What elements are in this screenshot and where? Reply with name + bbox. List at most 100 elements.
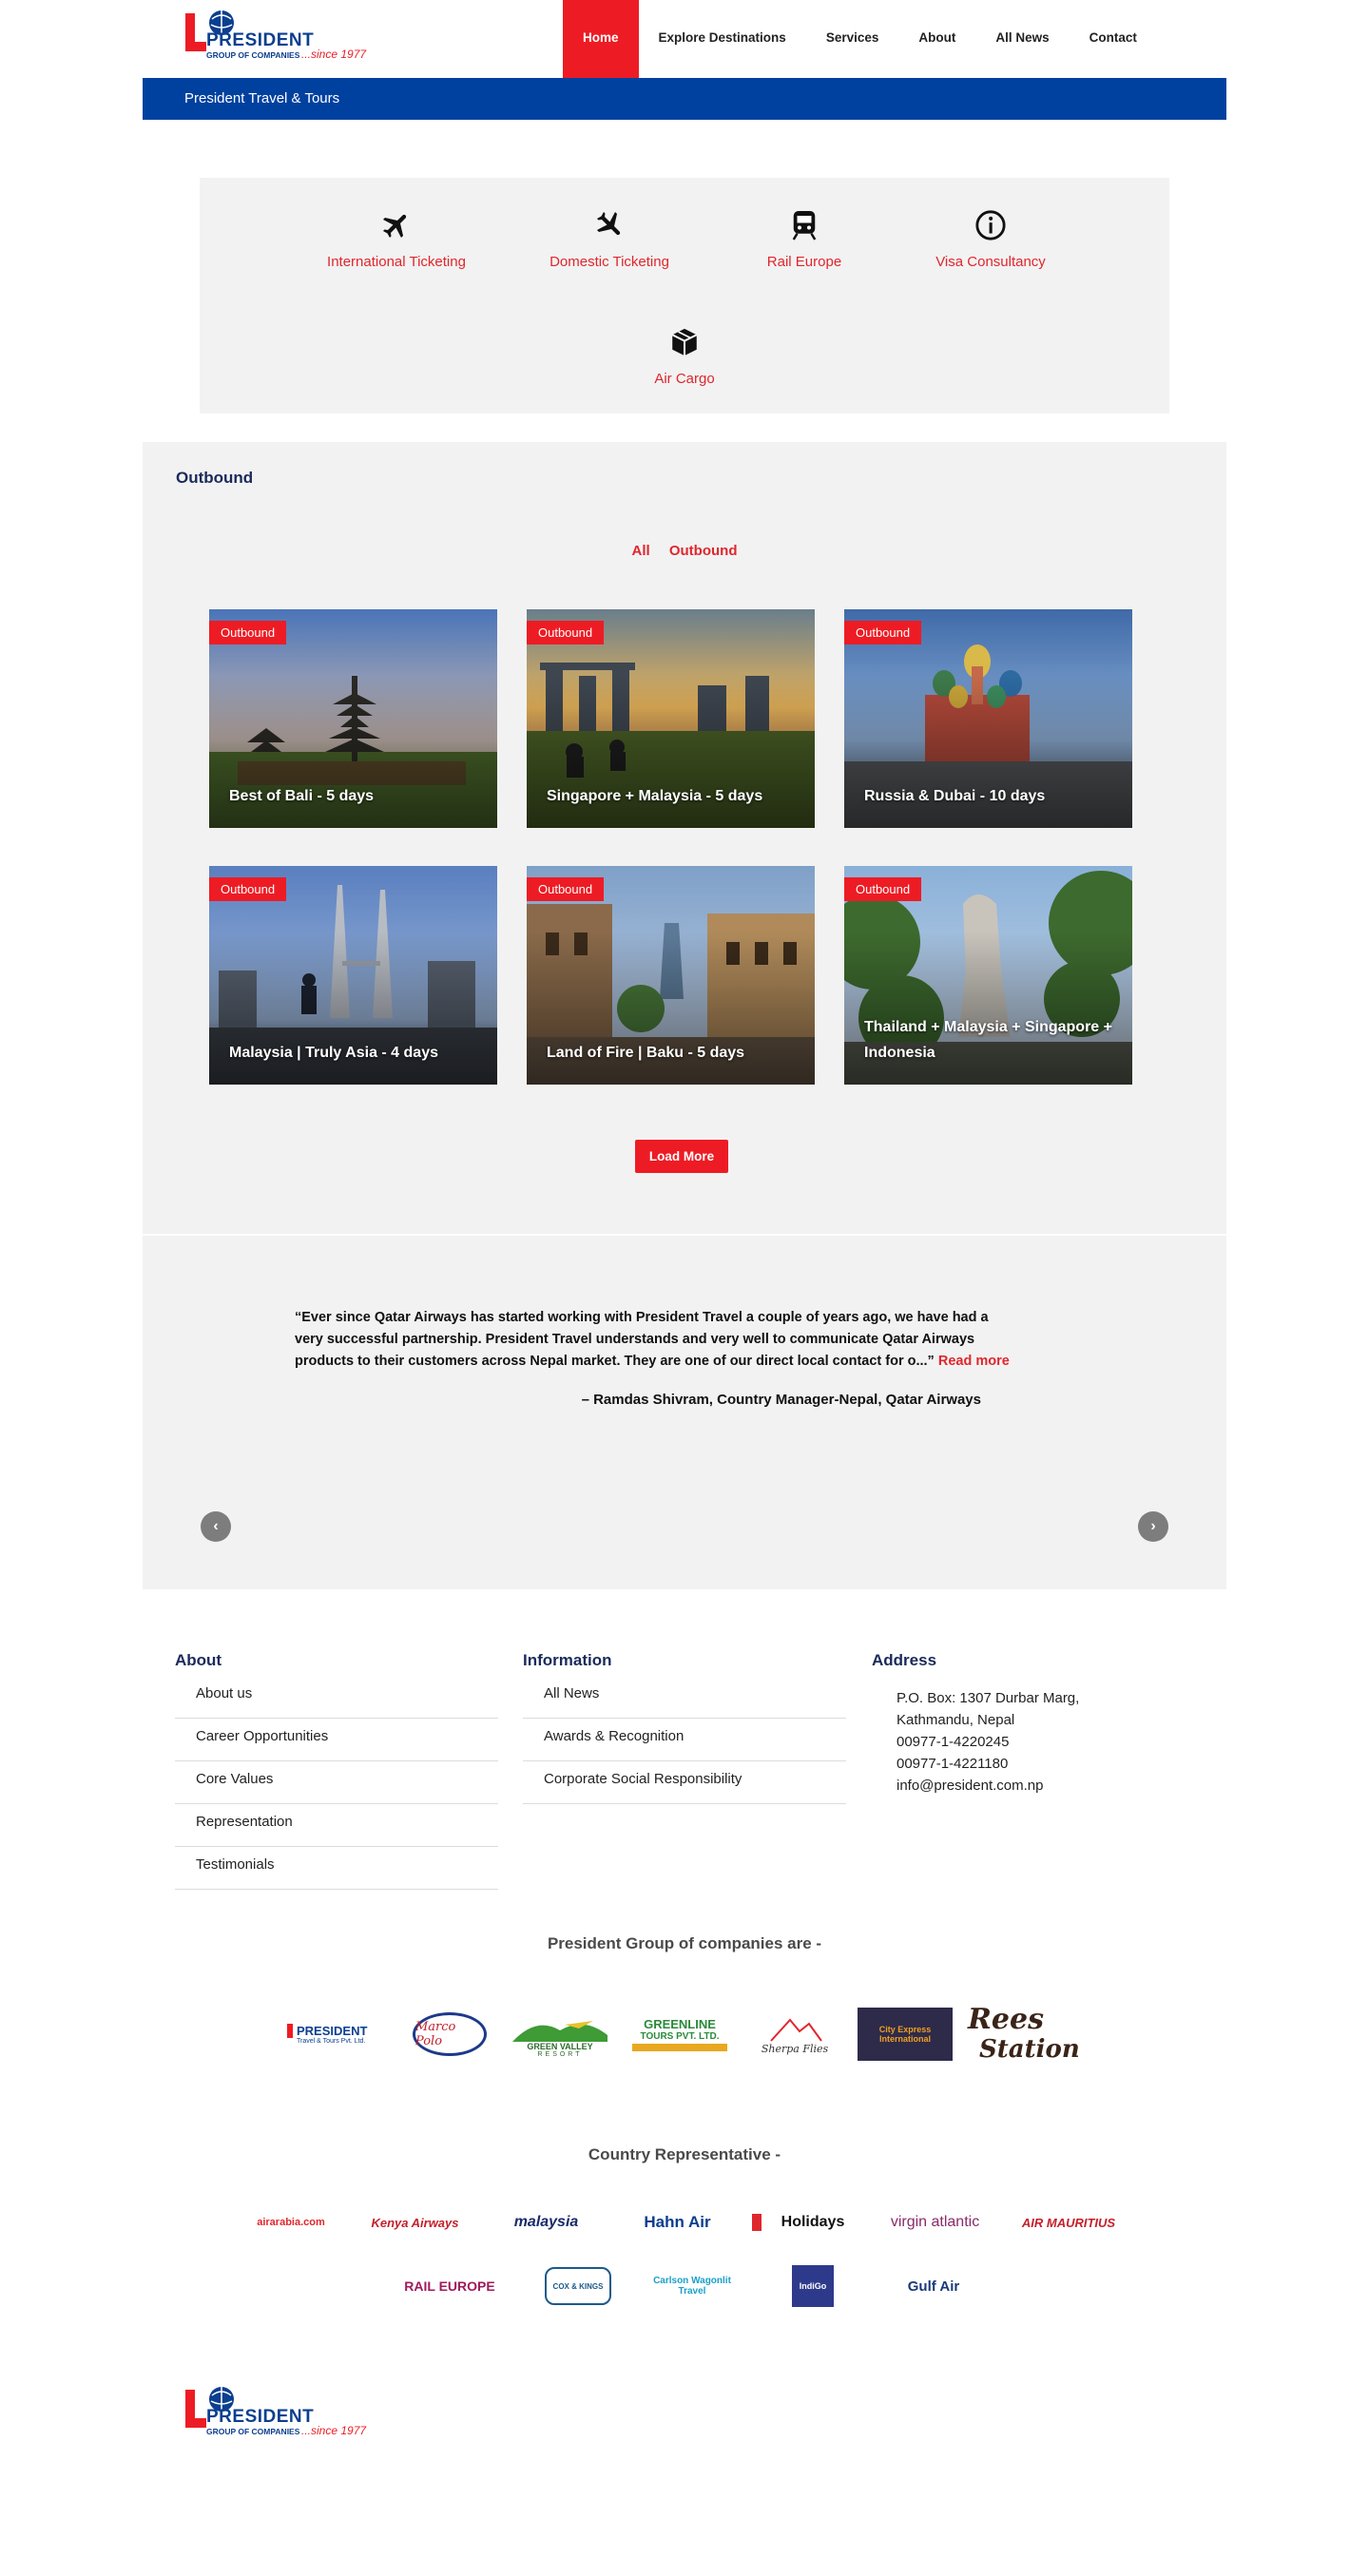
footer-heading: About xyxy=(175,1651,222,1669)
tour-card-malaysia[interactable]: Outbound Malaysia | Truly Asia - 4 days xyxy=(209,866,497,1085)
service-domestic-ticketing[interactable]: Domestic Ticketing xyxy=(514,206,704,270)
card-title: Best of Bali - 5 days xyxy=(229,788,375,804)
filter-all[interactable]: All xyxy=(632,543,650,559)
category-badge: Outbound xyxy=(527,621,605,644)
service-air-cargo[interactable]: Air Cargo xyxy=(589,323,780,387)
card-title: Land of Fire | Baku - 5 days xyxy=(547,1045,745,1061)
footer-heading: Information xyxy=(523,1651,612,1669)
tour-card-singapore-malaysia[interactable]: Outbound Singapore + Malaysia - 5 days xyxy=(527,609,815,828)
brand-name: PRESIDENT xyxy=(206,30,315,50)
logo-text: Marco Polo xyxy=(413,2012,487,2056)
group-title: President Group of companies are - xyxy=(547,1934,822,1952)
service-label: Visa Consultancy xyxy=(935,254,1046,270)
tour-card-bali[interactable]: Outbound Best of Bali - 5 days xyxy=(209,609,497,828)
train-icon xyxy=(709,206,899,244)
president-logo[interactable]: PRESIDENT Travel & Tours Pvt. Ltd. xyxy=(287,2024,392,2045)
greenline-logo[interactable]: GREENLINE TOURS PVT. LTD. xyxy=(627,2017,732,2051)
page-title-bar: President Travel & Tours xyxy=(143,78,1226,120)
marco-polo-logo[interactable]: Marco Polo xyxy=(407,2012,492,2056)
footer-link-awards[interactable]: Awards & Recognition xyxy=(523,1719,846,1761)
brand-since: ...since 1977 xyxy=(301,2424,367,2437)
carlson-wagonlit-logo[interactable]: Carlson Wagonlit Travel xyxy=(649,2276,735,2297)
malaysia-airlines-logo[interactable]: malaysia xyxy=(490,2214,604,2231)
qantas-holidays-logo[interactable]: Holidays xyxy=(751,2214,861,2231)
logo-sub: RESORT xyxy=(537,2050,583,2058)
nav-all-news[interactable]: All News xyxy=(975,0,1069,78)
address-block: P.O. Box: 1307 Durbar Marg, Kathmandu, N… xyxy=(872,1676,1157,1797)
logo-text: PRESIDENT xyxy=(287,2024,367,2038)
footer-link-core-values[interactable]: Core Values xyxy=(175,1761,498,1804)
read-more-link[interactable]: Read more xyxy=(938,1354,1010,1369)
rail-europe-logo[interactable]: RAIL EUROPE xyxy=(393,2278,507,2294)
card-title: Russia & Dubai - 10 days xyxy=(864,788,1046,804)
logo-stripe xyxy=(632,2044,727,2051)
outbound-section: Outbound All Outbound Outbound Best of B… xyxy=(143,442,1226,1234)
nav-home[interactable]: Home xyxy=(563,0,639,78)
hahn-air-logo[interactable]: Hahn Air xyxy=(621,2213,735,2232)
sherpa-flies-logo[interactable]: Sherpa Flies xyxy=(747,2014,842,2055)
load-more-button[interactable]: Load More xyxy=(635,1140,728,1173)
service-visa-consultancy[interactable]: Visa Consultancy xyxy=(896,206,1086,270)
representative-title: Country Representative - xyxy=(588,2145,781,2163)
brand-logo[interactable]: PRESIDENT GROUP OF COMPANIES ...since 19… xyxy=(185,8,376,67)
group-logos: PRESIDENT Travel & Tours Pvt. Ltd. Marco… xyxy=(0,1977,1369,2091)
service-label: Domestic Ticketing xyxy=(550,254,669,270)
testimonial-quote: “Ever since Qatar Airways has started wo… xyxy=(295,1307,1017,1373)
nav-explore-destinations[interactable]: Explore Destinations xyxy=(639,0,806,78)
virgin-atlantic-logo[interactable]: virgin atlantic xyxy=(878,2214,993,2231)
phone-1: 00977-1-4220245 xyxy=(897,1734,1010,1750)
logo-sub: TOURS PVT. LTD. xyxy=(640,2031,720,2042)
kenya-airways-logo[interactable]: Kenya Airways xyxy=(358,2216,472,2230)
category-badge: Outbound xyxy=(527,877,605,901)
brand-since: ...since 1977 xyxy=(301,48,367,61)
footer-link-csr[interactable]: Corporate Social Responsibility xyxy=(523,1761,846,1804)
tour-card-baku[interactable]: Outbound Land of Fire | Baku - 5 days xyxy=(527,866,815,1085)
tour-card-russia-dubai[interactable]: Outbound Russia & Dubai - 10 days xyxy=(844,609,1132,828)
logo-sub: Travel & Tours Pvt. Ltd. xyxy=(297,2038,366,2045)
representative-logos-row-1: airarabia.com Kenya Airways malaysia Hah… xyxy=(0,2203,1369,2241)
filter-tabs: All Outbound xyxy=(143,543,1226,559)
indigo-logo[interactable]: IndiGo xyxy=(792,2265,834,2307)
category-badge: Outbound xyxy=(209,877,287,901)
footer-link-career[interactable]: Career Opportunities xyxy=(175,1719,498,1761)
prev-arrow-icon[interactable]: ‹ xyxy=(201,1511,231,1542)
gulf-air-logo[interactable]: Gulf Air xyxy=(891,2278,976,2295)
nav-contact[interactable]: Contact xyxy=(1070,0,1157,78)
footer-address: Address P.O. Box: 1307 Durbar Marg, Kath… xyxy=(872,1651,1186,1797)
main-nav: Home Explore Destinations Services About… xyxy=(563,0,1157,78)
city-express-logo[interactable]: City Express International xyxy=(858,2008,953,2061)
service-rail-europe[interactable]: Rail Europe xyxy=(709,206,899,270)
service-label: Air Cargo xyxy=(654,371,715,387)
cox-and-kings-logo[interactable]: COX & KINGS xyxy=(545,2267,611,2305)
brand-name: PRESIDENT xyxy=(206,2407,315,2427)
rees-station-logo[interactable]: Rees Station xyxy=(968,2003,1082,2065)
info-icon xyxy=(896,206,1086,244)
nav-services[interactable]: Services xyxy=(806,0,899,78)
footer-link-testimonials[interactable]: Testimonials xyxy=(175,1847,498,1890)
representative-logos-row-2: RAIL EUROPE COX & KINGS Carlson Wagonlit… xyxy=(0,2262,1369,2310)
logo-sub: Station xyxy=(979,2035,1080,2064)
footer-link-all-news[interactable]: All News xyxy=(523,1676,846,1719)
footer-heading: Address xyxy=(872,1651,937,1669)
airarabia-logo[interactable]: airarabia.com xyxy=(241,2217,341,2228)
nav-about[interactable]: About xyxy=(898,0,975,78)
air-mauritius-logo[interactable]: AIR MAURITIUS xyxy=(1010,2216,1128,2230)
category-badge: Outbound xyxy=(844,877,922,901)
footer-brand-logo[interactable]: PRESIDENT GROUP OF COMPANIES ...since 19… xyxy=(185,2384,376,2443)
filter-outbound[interactable]: Outbound xyxy=(669,543,738,559)
logo-text: GREEN VALLEY xyxy=(527,2041,593,2051)
section-title: Outbound xyxy=(176,469,254,487)
card-title: Singapore + Malaysia - 5 days xyxy=(547,788,763,804)
next-arrow-icon[interactable]: › xyxy=(1138,1511,1168,1542)
service-international-ticketing[interactable]: International Ticketing xyxy=(301,206,492,270)
footer-link-representation[interactable]: Representation xyxy=(175,1804,498,1847)
footer-link-about-us[interactable]: About us xyxy=(175,1676,498,1719)
logo-text: Rees xyxy=(968,2003,1044,2036)
card-title: Thailand + Malaysia + Singapore + Indone… xyxy=(864,1019,1112,1061)
footer-information: Information All News Awards & Recognitio… xyxy=(523,1651,846,1804)
email[interactable]: info@president.com.np xyxy=(897,1775,1157,1797)
tour-card-thailand[interactable]: Outbound Thailand + Malaysia + Singapore… xyxy=(844,866,1132,1085)
green-valley-logo[interactable]: GREEN VALLEY RESORT xyxy=(508,2011,612,2058)
quote-text: “Ever since Qatar Airways has started wo… xyxy=(295,1310,989,1369)
footer-about: About About us Career Opportunities Core… xyxy=(175,1651,498,1890)
